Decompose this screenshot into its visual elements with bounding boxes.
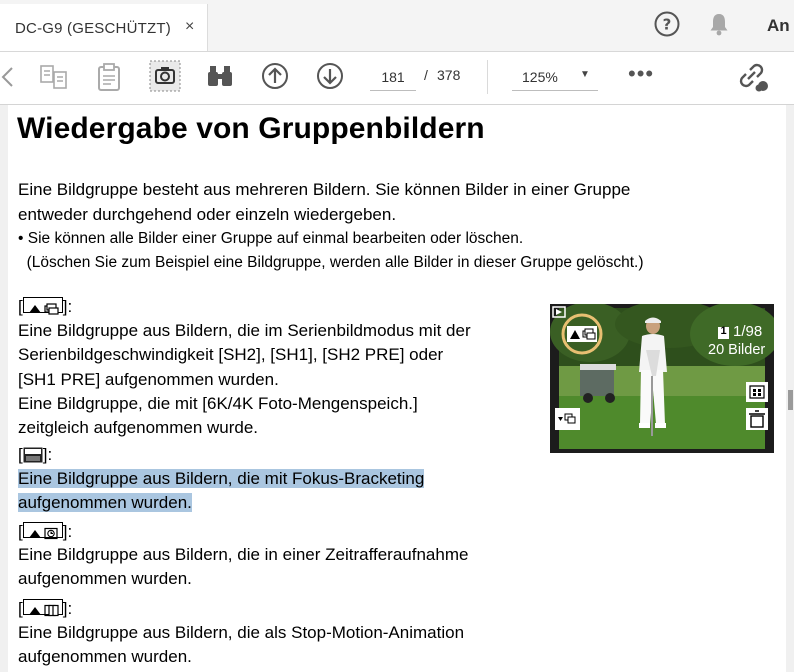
bullet-line-1: • Sie können alle Bilder einer Gruppe au… (18, 230, 524, 247)
image-counter: 1/98 (733, 323, 763, 340)
stopmotion-group-icon (22, 599, 63, 617)
page-heading: Wiedergabe von Gruppenbildern (17, 112, 485, 145)
caret-down-icon: ▼ (580, 69, 590, 80)
tab-title: DC-G9 (GESCHÜTZT) (15, 20, 171, 37)
bracket-close: ]: (62, 522, 73, 541)
page-separator: / (424, 67, 428, 83)
intro-line-1: Eine Bildgruppe besteht aus mehreren Bil… (18, 180, 631, 199)
section-burst-line-1: Eine Bildgruppe aus Bildern, die im Seri… (18, 321, 471, 340)
chevron-left-icon[interactable] (0, 66, 14, 88)
notification-bell-icon[interactable] (708, 12, 730, 36)
bullet-line-2: (Löschen Sie zum Beispiel eine Bildgrupp… (18, 254, 644, 271)
tab-close-button[interactable]: × (185, 18, 194, 36)
section-burst-line-2: Serienbildgeschwindigkeit [SH2], [SH1], … (18, 345, 444, 364)
account-label[interactable]: An (767, 16, 790, 36)
selected-text[interactable]: Eine Bildgruppe aus Bildern, die mit Fok… (18, 469, 425, 488)
group-count-label: 20 Bilder (708, 342, 766, 358)
section-burst-line-4: Eine Bildgruppe, die mit [6K/4K Foto-Men… (18, 394, 418, 413)
total-pages: 378 (437, 67, 461, 83)
bracket-close: ]: (62, 599, 73, 618)
section-focus-line-1: Eine Bildgruppe aus Bildern, die mit Fok… (18, 467, 425, 491)
timelapse-group-icon (22, 522, 63, 540)
scrollbar-thumb[interactable] (788, 390, 793, 410)
camera-snapshot-icon[interactable] (149, 60, 181, 92)
binoculars-icon[interactable] (206, 64, 234, 88)
section-timelapse-label: []: (18, 520, 72, 544)
left-gutter (0, 105, 8, 672)
camera-screen-illustration: 1 1/98 20 Bilder (550, 300, 780, 453)
tab-bar: DC-G9 (GESCHÜTZT) × ? An (0, 0, 794, 52)
intro-line-2: entweder durchgehend oder einzeln wieder… (18, 205, 397, 224)
arrow-up-circle-icon[interactable] (261, 62, 289, 90)
section-stopmotion-label: []: (18, 597, 72, 621)
current-page-input[interactable]: 181 (370, 64, 416, 91)
toolbar: 181 / 378 125% ▼ ••• (0, 52, 794, 105)
section-timelapse-line-1: Eine Bildgruppe aus Bildern, die in eine… (18, 545, 469, 564)
link-share-icon[interactable] (737, 61, 771, 93)
section-burst-label: []: (18, 295, 72, 319)
bracket-close: ]: (62, 297, 73, 316)
burst-group-icon (22, 297, 63, 315)
section-focus-line-2: aufgenommen wurden. (18, 491, 192, 515)
counter-badge: 1 (720, 325, 727, 337)
section-burst-line-3: [SH1 PRE] aufgenommen wurden. (18, 370, 279, 389)
focus-bracketing-icon (23, 446, 43, 463)
help-icon[interactable]: ? (654, 11, 680, 37)
section-stopmotion-line-1: Eine Bildgruppe aus Bildern, die als Sto… (18, 623, 465, 642)
section-focus-label: []: (18, 443, 52, 467)
section-burst-line-5: zeitgleich aufgenommen wurde. (18, 418, 259, 437)
toolbar-divider (487, 60, 488, 94)
zoom-value: 125% (522, 69, 558, 85)
section-timelapse-line-2: aufgenommen wurden. (18, 569, 192, 588)
selected-text[interactable]: aufgenommen wurden. (18, 493, 192, 512)
document-tab[interactable]: DC-G9 (GESCHÜTZT) × (0, 4, 208, 51)
compare-pages-icon[interactable] (39, 64, 69, 90)
arrow-down-circle-icon[interactable] (316, 62, 344, 90)
clipboard-icon[interactable] (96, 62, 122, 92)
section-stopmotion-line-2: aufgenommen wurden. (18, 647, 192, 666)
zoom-select[interactable]: 125% ▼ (512, 64, 598, 91)
scrollbar-track[interactable] (786, 105, 794, 672)
svg-text:?: ? (663, 16, 672, 34)
more-options-button[interactable]: ••• (628, 61, 654, 87)
bracket-close: ]: (42, 445, 53, 464)
